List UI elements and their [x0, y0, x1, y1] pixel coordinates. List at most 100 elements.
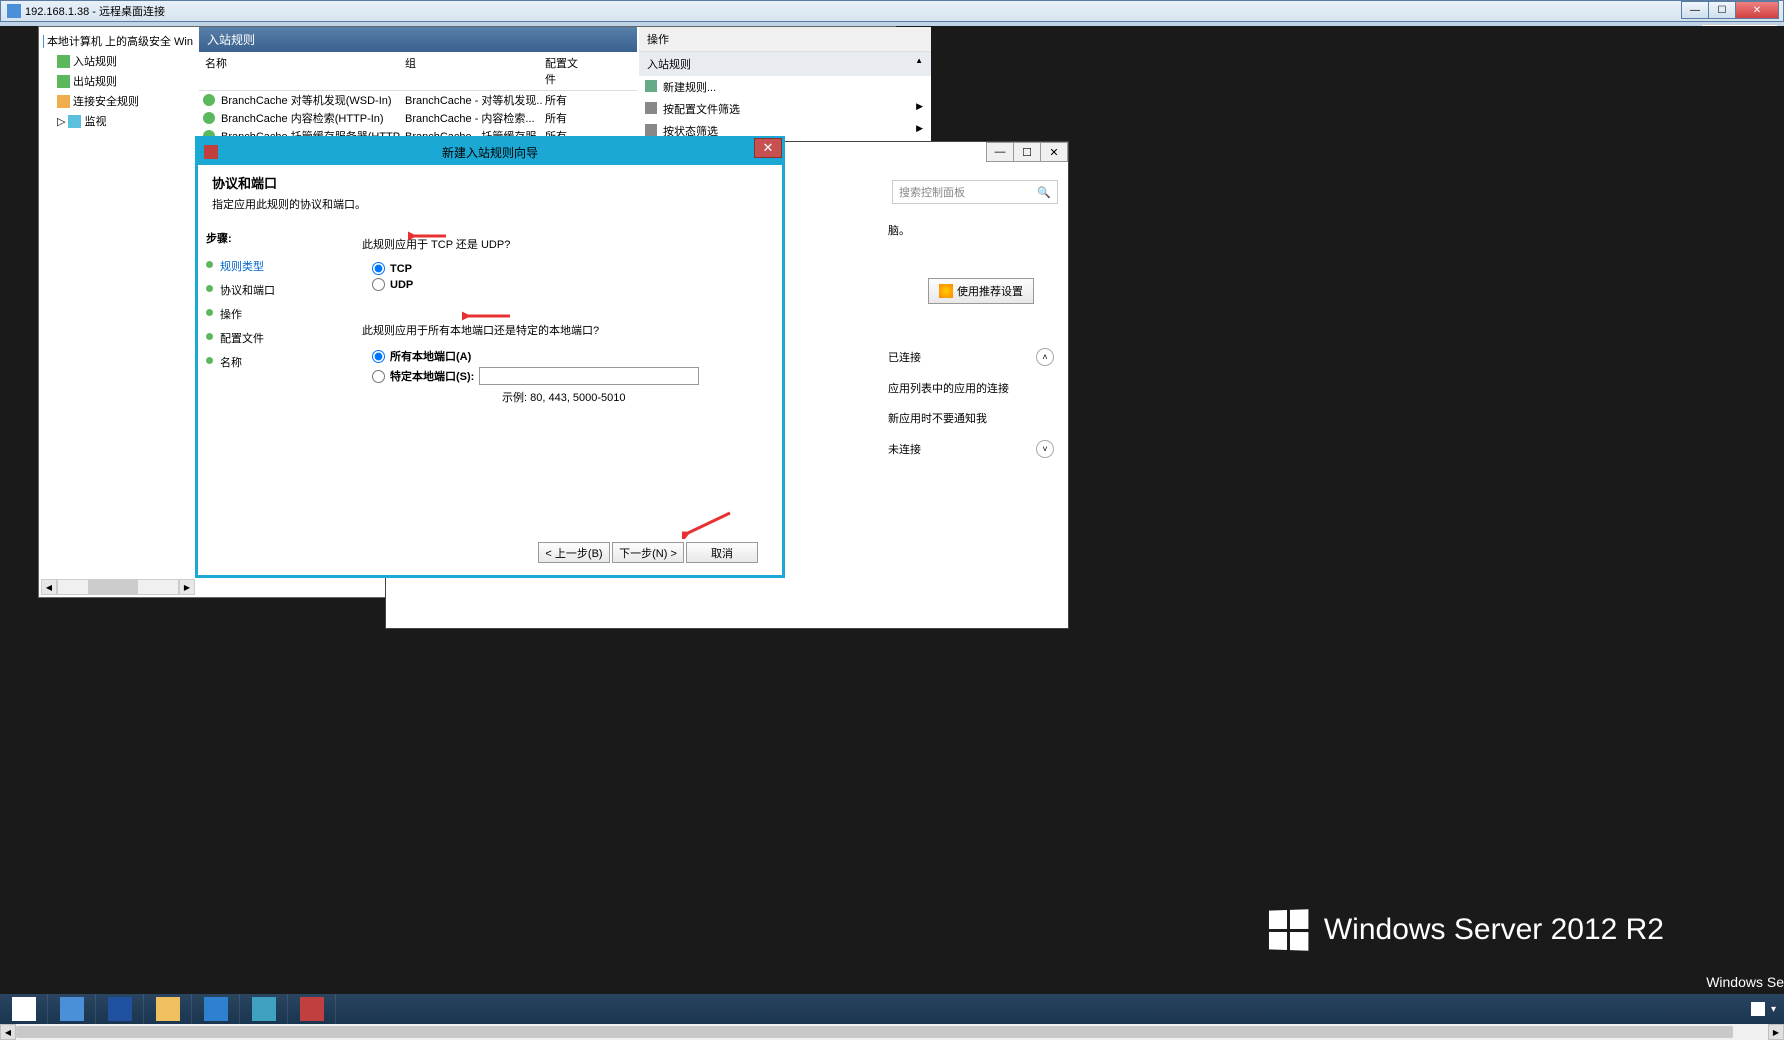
cp-body-right: 脑。 使用推荐设置 已连接˄ 应用列表中的应用的连接 新应用时不要通知我 未连接… [888, 222, 1058, 472]
minimize-button[interactable]: — [1681, 1, 1709, 19]
radio-udp-row[interactable]: UDP [372, 278, 762, 291]
filter-icon [645, 124, 657, 136]
radio-all-ports-row[interactable]: 所有本地端口(A) [372, 348, 762, 364]
scroll-left-button[interactable]: ◀ [41, 579, 57, 595]
cp-text-fragment: 脑。 [888, 222, 1058, 238]
wizard-subheading: 指定应用此规则的协议和端口。 [212, 196, 768, 212]
radio-specific-ports[interactable] [372, 370, 385, 383]
label-specific-ports: 特定本地端口(S): [390, 368, 474, 384]
search-icon: 🔍 [1037, 186, 1051, 199]
scroll-track[interactable] [16, 1024, 1768, 1040]
tree-monitor[interactable]: ▷ 监视 [43, 111, 193, 131]
next-button[interactable]: 下一步(N) > [612, 542, 684, 563]
rule-icon [203, 112, 215, 124]
mmc-actions-pane: 操作 入站规则▲ 新建规则... 按配置文件筛选▶ 按状态筛选▶ [639, 27, 931, 142]
radio-specific-ports-row[interactable]: 特定本地端口(S): [372, 367, 762, 385]
minimize-button[interactable]: — [986, 142, 1014, 162]
step-name[interactable]: 名称 [206, 350, 334, 374]
radio-tcp-row[interactable]: TCP [372, 262, 762, 275]
windows-logo-icon [1269, 909, 1308, 950]
new-inbound-rule-wizard: 新建入站规则向导 ✕ 协议和端口 指定应用此规则的协议和端口。 步骤: 规则类型… [195, 136, 785, 578]
scroll-thumb[interactable] [16, 1026, 1733, 1038]
taskbar: ▾ [0, 994, 1784, 1024]
folder-icon [156, 997, 180, 1021]
close-button[interactable]: ✕ [1040, 142, 1068, 162]
outer-horizontal-scrollbar[interactable]: ◀ ▶ [0, 1024, 1784, 1040]
taskbar-server-manager[interactable] [48, 994, 96, 1024]
taskbar-explorer[interactable] [144, 994, 192, 1024]
list-columns: 名称 组 配置文件 [199, 52, 637, 91]
tree-scrollbar[interactable]: ◀ ▶ [41, 579, 195, 595]
windows-icon [12, 997, 36, 1021]
filter-icon [645, 102, 657, 114]
step-dot-icon [206, 309, 213, 316]
not-connected-status-row[interactable]: 未连接˅ [888, 440, 1058, 458]
windows-server-branding: Windows Server 2012 R2 [1268, 910, 1664, 950]
arrow-right-icon: ▶ [916, 123, 923, 139]
tree-root[interactable]: 本地计算机 上的高级安全 Win [43, 31, 193, 51]
radio-all-ports[interactable] [372, 350, 385, 363]
wizard-header: 协议和端口 指定应用此规则的协议和端口。 [198, 165, 782, 220]
col-group[interactable]: 组 [399, 55, 539, 87]
step-rule-type[interactable]: 规则类型 [206, 254, 334, 278]
step-dot-icon [206, 285, 213, 292]
maximize-button[interactable]: ☐ [1708, 1, 1736, 19]
action-filter-profile[interactable]: 按配置文件筛选▶ [639, 98, 931, 120]
action-center-icon[interactable] [1751, 1002, 1765, 1016]
system-tray[interactable]: ▾ [1751, 1002, 1776, 1016]
scroll-right-button[interactable]: ▶ [1768, 1024, 1784, 1040]
shield-icon [43, 35, 44, 48]
wizard-steps-pane: 步骤: 规则类型 协议和端口 操作 配置文件 名称 [198, 220, 342, 554]
scroll-right-button[interactable]: ▶ [179, 579, 195, 595]
radio-tcp[interactable] [372, 262, 385, 275]
tree-outbound-rules[interactable]: 出站规则 [43, 71, 193, 91]
use-recommended-settings-button[interactable]: 使用推荐设置 [928, 278, 1034, 304]
radio-udp[interactable] [372, 278, 385, 291]
step-dot-icon [206, 261, 213, 268]
list-row[interactable]: BranchCache 内容检索(HTTP-In)BranchCache - 内… [199, 109, 637, 127]
connected-status-row[interactable]: 已连接˄ [888, 348, 1058, 366]
action-new-rule[interactable]: 新建规则... [639, 76, 931, 98]
monitor-icon [68, 115, 81, 128]
branding-text: Windows Server 2012 R2 [1324, 913, 1664, 947]
label-all-ports: 所有本地端口(A) [390, 348, 471, 364]
search-control-panel[interactable]: 搜索控制面板 🔍 [892, 180, 1058, 204]
tray-icon[interactable]: ▾ [1771, 1004, 1776, 1015]
close-button[interactable]: ✕ [754, 138, 782, 158]
cp-text-line: 应用列表中的应用的连接 [888, 380, 1058, 396]
taskbar-control-panel[interactable] [240, 994, 288, 1024]
maximize-button[interactable]: ☐ [1013, 142, 1041, 162]
specific-ports-input[interactable] [479, 367, 699, 385]
rdp-icon [7, 4, 21, 18]
scroll-left-button[interactable]: ◀ [0, 1024, 16, 1040]
tree-inbound-rules[interactable]: 入站规则 [43, 51, 193, 71]
step-protocol-port[interactable]: 协议和端口 [206, 278, 334, 302]
server-icon [60, 997, 84, 1021]
list-row[interactable]: BranchCache 对等机发现(WSD-In)BranchCache - 对… [199, 91, 637, 109]
back-button[interactable]: < 上一步(B) [538, 542, 610, 563]
taskbar-item[interactable] [192, 994, 240, 1024]
mmc-list-pane: 入站规则 名称 组 配置文件 BranchCache 对等机发现(WSD-In)… [199, 27, 637, 147]
col-profile[interactable]: 配置文件 [539, 55, 589, 87]
wizard-title: 新建入站规则向导 [442, 144, 538, 161]
wizard-footer: < 上一步(B) 下一步(N) > 取消 [538, 542, 758, 563]
cp-window-controls: — ☐ ✕ [987, 142, 1068, 162]
col-name[interactable]: 名称 [199, 55, 399, 87]
step-action[interactable]: 操作 [206, 302, 334, 326]
label-tcp: TCP [390, 263, 412, 275]
rule-icon [203, 94, 215, 106]
close-button[interactable]: ✕ [1735, 1, 1779, 19]
wizard-titlebar[interactable]: 新建入站规则向导 ✕ [198, 139, 782, 165]
firewall-icon [300, 997, 324, 1021]
collapse-icon[interactable]: ▲ [915, 56, 923, 72]
actions-header: 操作 [639, 27, 931, 52]
step-dot-icon [206, 333, 213, 340]
tree-connection-security[interactable]: 连接安全规则 [43, 91, 193, 111]
step-profile[interactable]: 配置文件 [206, 326, 334, 350]
taskbar-firewall[interactable] [288, 994, 336, 1024]
label-udp: UDP [390, 279, 413, 291]
cancel-button[interactable]: 取消 [686, 542, 758, 563]
rdp-title: 192.168.1.38 - 远程桌面连接 [25, 3, 165, 19]
start-button[interactable] [0, 994, 48, 1024]
taskbar-powershell[interactable] [96, 994, 144, 1024]
